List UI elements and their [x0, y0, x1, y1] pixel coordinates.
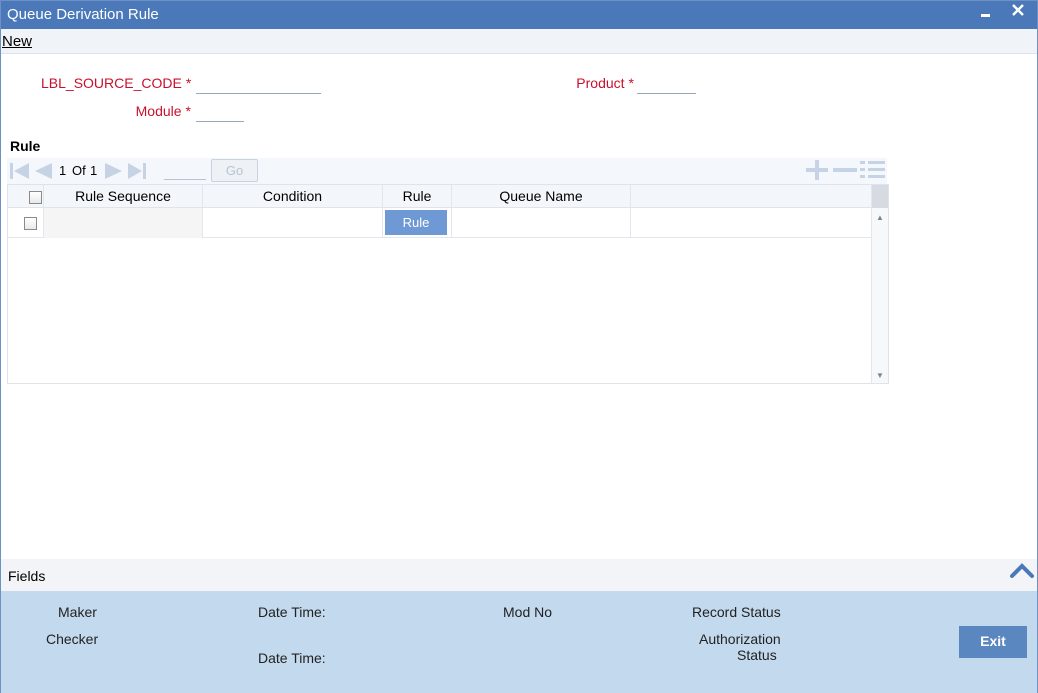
- audit-footer: Maker Checker Date Time: Date Time: Mod …: [1, 591, 1037, 693]
- fields-label[interactable]: Fields: [8, 568, 45, 584]
- checker-label: Checker: [46, 631, 99, 647]
- product-label: Product *: [576, 75, 634, 91]
- title-bar: Queue Derivation Rule: [1, 1, 1037, 29]
- minimize-icon[interactable]: [979, 4, 993, 25]
- scroll-up-icon[interactable]: ▲: [876, 213, 884, 222]
- module-label: Module *: [135, 103, 191, 119]
- source-code-label: LBL_SOURCE_CODE *: [41, 75, 192, 91]
- grid-header: Rule Sequence Condition Rule Queue Name: [8, 185, 872, 208]
- authorization-status-label-line2: Status: [737, 647, 777, 663]
- of-label: Of: [72, 163, 86, 178]
- previous-page-icon[interactable]: [32, 162, 52, 180]
- window-title: Queue Derivation Rule: [7, 6, 159, 23]
- grid-vertical-scrollbar[interactable]: ▲ ▼: [871, 185, 888, 383]
- module-input[interactable]: [196, 102, 244, 122]
- rule-grid-toolbar: 1 Of 1 Go: [7, 158, 887, 184]
- current-page: 1: [59, 163, 67, 178]
- rule-button[interactable]: Rule: [385, 210, 447, 235]
- exit-button[interactable]: Exit: [959, 626, 1027, 658]
- page-number-input[interactable]: [164, 160, 206, 180]
- condition-cell[interactable]: [203, 208, 383, 238]
- last-page-icon[interactable]: [126, 162, 146, 180]
- maker-date-time-label: Date Time:: [258, 604, 326, 620]
- next-page-icon[interactable]: [103, 162, 123, 180]
- close-icon[interactable]: [1010, 2, 1026, 23]
- maker-label: Maker: [58, 604, 97, 620]
- fields-bar: Fields: [1, 559, 1037, 591]
- table-row: Rule: [8, 208, 872, 238]
- new-link[interactable]: New: [2, 33, 32, 50]
- column-rule-sequence[interactable]: Rule Sequence: [44, 185, 203, 208]
- scroll-down-icon[interactable]: ▼: [876, 371, 884, 380]
- rule-sequence-cell[interactable]: [44, 208, 203, 238]
- first-page-icon[interactable]: [9, 162, 29, 180]
- scrollbar-header-corner: [872, 185, 888, 208]
- rule-grid: Rule Sequence Condition Rule Queue Name …: [7, 184, 889, 384]
- mod-no-label: Mod No: [503, 604, 553, 620]
- queue-derivation-rule-window: Queue Derivation Rule New LBL_SOURCE_COD…: [0, 0, 1038, 693]
- single-view-icon[interactable]: [860, 160, 886, 183]
- product-input[interactable]: [637, 74, 696, 94]
- checker-date-time-label: Date Time:: [258, 650, 326, 666]
- queue-name-cell[interactable]: [452, 208, 631, 238]
- add-row-icon[interactable]: [805, 160, 829, 183]
- column-rule[interactable]: Rule: [383, 185, 452, 208]
- authorization-status-label-line1: Authorization: [699, 631, 781, 647]
- source-code-input[interactable]: [196, 74, 321, 94]
- rule-section-title: Rule: [10, 138, 41, 154]
- menu-bar: New: [1, 29, 1037, 54]
- delete-row-icon[interactable]: [832, 160, 858, 183]
- select-all-checkbox[interactable]: [29, 191, 42, 204]
- row-select-cell: [8, 208, 44, 238]
- row-checkbox[interactable]: [24, 217, 37, 230]
- total-pages: 1: [90, 163, 98, 178]
- column-condition[interactable]: Condition: [203, 185, 383, 208]
- select-all-cell: [8, 185, 44, 208]
- collapse-chevron-icon[interactable]: [1009, 561, 1035, 582]
- record-status-label: Record Status: [692, 604, 781, 620]
- column-queue-name[interactable]: Queue Name: [452, 185, 631, 208]
- go-button[interactable]: Go: [211, 159, 258, 182]
